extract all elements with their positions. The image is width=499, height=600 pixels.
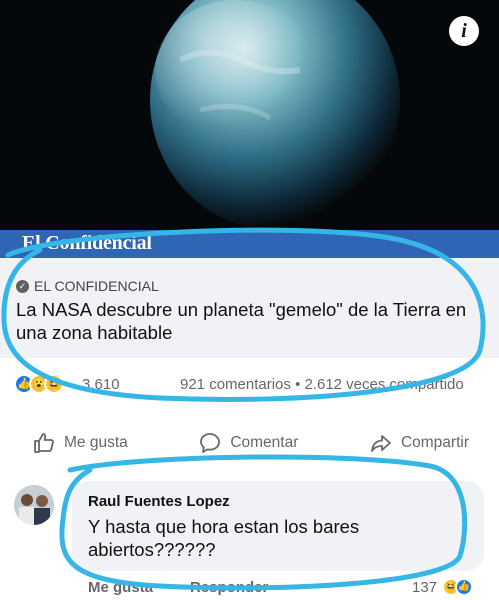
article-image[interactable]: i <box>0 0 499 230</box>
comment-button[interactable]: Comentar <box>198 425 298 461</box>
comments-shares-count[interactable]: 921 comentarios • 2.612 veces compartido <box>180 376 464 393</box>
brand-bar: El Confidencial <box>0 230 499 258</box>
profile-photo <box>14 485 54 525</box>
comment-text: Y hasta que hora estan los bares abierto… <box>88 516 360 560</box>
reaction-icons[interactable]: 👍 😮 😆 <box>14 374 64 394</box>
article-headline[interactable]: La NASA descubre un planeta "gemelo" de … <box>16 298 486 344</box>
avatar[interactable] <box>14 485 54 525</box>
source-line: ✓ EL CONFIDENCIAL <box>16 278 159 294</box>
share-arrow-icon <box>371 435 391 452</box>
comment-reaction-count[interactable]: 137 <box>412 579 437 596</box>
globe-icon: ✓ <box>16 279 29 293</box>
brand-logo: El Confidencial <box>22 232 152 254</box>
link-preview[interactable]: ✓ EL CONFIDENCIAL La NASA descubre un pl… <box>0 258 499 358</box>
source-name: EL CONFIDENCIAL <box>34 278 159 294</box>
comment-author[interactable]: Raul Fuentes Lopez <box>88 493 230 510</box>
planet-illustration <box>0 0 499 230</box>
comment-reaction-icons[interactable]: 😆 👍 <box>442 578 473 596</box>
like-reaction-icon: 👍 <box>455 578 473 596</box>
comment-footer: Me gusta Responder 137 😆 👍 <box>0 577 499 599</box>
share-button[interactable]: Compartir <box>369 425 469 461</box>
haha-reaction-icon: 😆 <box>44 374 64 394</box>
comment-label: Comentar <box>230 434 299 451</box>
like-button[interactable]: Me gusta <box>32 425 128 461</box>
comment-reply-button[interactable]: Responder <box>190 579 268 596</box>
like-label: Me gusta <box>64 434 128 451</box>
comment-like-button[interactable]: Me gusta <box>88 579 153 596</box>
reaction-count[interactable]: 3.610 <box>82 376 120 393</box>
thumbs-up-icon <box>34 433 54 453</box>
speech-bubble-icon <box>200 433 221 453</box>
post-stats: 👍 😮 😆 3.610 921 comentarios • 2.612 vece… <box>0 370 499 400</box>
comment-bubble: Raul Fuentes Lopez Y hasta que hora esta… <box>72 481 484 571</box>
action-bar: Me gusta Comentar Compartir <box>0 425 499 461</box>
info-icon[interactable]: i <box>449 16 479 46</box>
share-label: Compartir <box>400 434 469 451</box>
